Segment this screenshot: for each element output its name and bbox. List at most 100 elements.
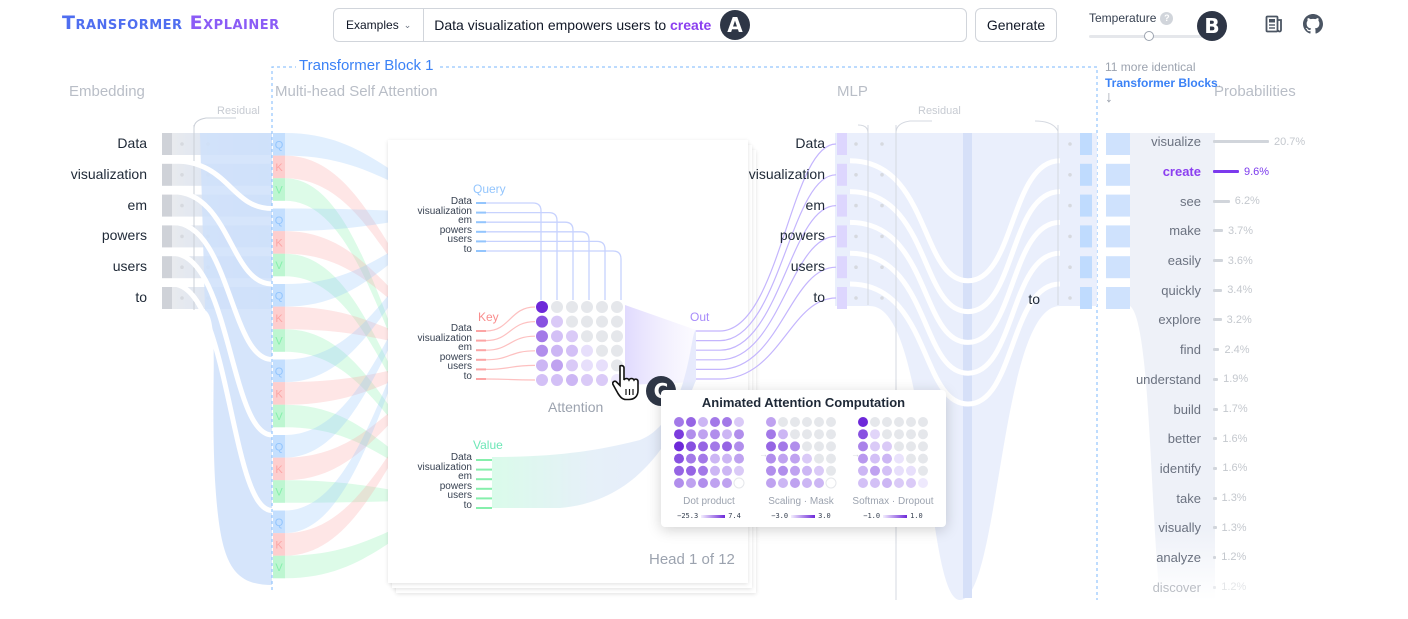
popup-matrix-cell — [894, 417, 904, 427]
range-max: 1.0 — [910, 512, 923, 520]
popup-matrix-cell — [722, 453, 732, 464]
probability-row[interactable]: build 1.7% — [1113, 394, 1305, 424]
attention-cell[interactable] — [581, 344, 593, 357]
popup-matrix-cell — [858, 417, 868, 427]
attention-cell[interactable] — [551, 344, 563, 357]
probability-row[interactable]: find 2.4% — [1113, 335, 1305, 365]
attention-cell[interactable] — [536, 374, 548, 386]
popup-matrix-cell — [870, 465, 880, 476]
attention-cell[interactable] — [596, 359, 608, 372]
attention-cell[interactable] — [566, 301, 578, 313]
attention-cell[interactable] — [551, 330, 563, 343]
probability-bar — [1213, 318, 1222, 322]
attention-cell[interactable] — [611, 301, 623, 313]
attention-cell[interactable] — [596, 344, 608, 357]
attention-cell[interactable] — [566, 344, 578, 357]
attention-cell[interactable] — [566, 374, 578, 386]
popup-matrix-cell — [698, 429, 708, 440]
attention-cell[interactable] — [596, 330, 608, 343]
attention-cell[interactable] — [581, 359, 593, 372]
popup-matrix-cell — [734, 417, 744, 427]
attention-cell[interactable] — [551, 315, 563, 328]
popup-matrix-cell — [778, 429, 788, 440]
probability-row[interactable]: visually 1.3% — [1113, 513, 1305, 543]
probability-value: 1.6% — [1222, 432, 1248, 445]
probability-row[interactable]: discover 1.2% — [1113, 572, 1305, 602]
attention-cell[interactable] — [566, 330, 578, 343]
probability-bar — [1213, 407, 1218, 411]
probability-value: 3.7% — [1228, 224, 1254, 237]
probability-value: 6.2% — [1234, 195, 1260, 208]
probability-value: 1.7% — [1222, 403, 1248, 416]
attention-cell[interactable] — [536, 330, 548, 343]
attention-cell[interactable] — [566, 315, 578, 328]
probability-bar — [1213, 377, 1219, 381]
popup-matrix-cell — [733, 477, 745, 489]
attention-cell[interactable] — [596, 374, 608, 386]
probability-row[interactable]: quickly 3.4% — [1113, 275, 1305, 305]
popup-matrix-cell — [882, 417, 892, 427]
probability-row[interactable]: make 3.7% — [1113, 216, 1305, 246]
attention-cell[interactable] — [536, 344, 548, 357]
stage-range-softmax-dropout: −1.0 1.0 — [848, 512, 938, 520]
probability-row[interactable]: better 1.6% — [1113, 424, 1305, 454]
popup-matrix-cell — [722, 429, 732, 440]
attention-cell[interactable] — [551, 359, 563, 372]
out-label: Out — [690, 310, 710, 324]
attention-cell[interactable] — [611, 344, 623, 357]
value-label: Value — [473, 438, 503, 452]
probability-value: 1.6% — [1222, 462, 1248, 475]
probability-value: 1.3% — [1221, 492, 1247, 505]
popup-matrix-cell — [674, 465, 684, 476]
attention-cell[interactable] — [536, 315, 548, 328]
probability-value: 1.2% — [1221, 581, 1247, 594]
mlp-token[interactable]: visualization — [725, 166, 825, 182]
probability-bar — [1213, 526, 1217, 530]
popup-matrix-cell — [722, 417, 732, 427]
attention-cell[interactable] — [581, 374, 593, 386]
popup-matrix-cell — [790, 453, 800, 464]
popup-matrix-cell — [870, 453, 880, 464]
attention-cell[interactable] — [551, 374, 563, 386]
mlp-token[interactable]: Data — [725, 135, 825, 151]
popup-matrix-cell — [710, 465, 720, 476]
attention-cell[interactable] — [536, 359, 548, 372]
probability-row[interactable]: understand 1.9% — [1113, 365, 1305, 395]
mlp-token[interactable]: em — [725, 197, 825, 213]
attention-cell[interactable] — [611, 330, 623, 343]
popup-matrix-cell — [858, 441, 868, 452]
query-label: Query — [473, 182, 506, 196]
attention-cell[interactable] — [566, 359, 578, 372]
probability-word: discover — [1152, 579, 1201, 595]
probability-bar — [1213, 437, 1218, 441]
popup-matrix-cell — [790, 465, 800, 476]
query-line — [486, 221, 574, 300]
range-gradient — [701, 514, 726, 518]
probability-bar — [1213, 259, 1223, 263]
attention-cell[interactable] — [581, 315, 593, 328]
probability-bar — [1213, 496, 1217, 500]
attention-cell[interactable] — [611, 315, 623, 328]
probability-row[interactable]: create 9.6% — [1113, 157, 1305, 187]
mlp-token[interactable]: powers — [725, 227, 825, 243]
probability-row[interactable]: identify 1.6% — [1113, 454, 1305, 484]
head-indicator[interactable]: Head 1 of 12 — [649, 551, 735, 568]
probability-row[interactable]: analyze 1.2% — [1113, 543, 1305, 573]
attention-cell[interactable] — [596, 315, 608, 328]
probability-row[interactable]: visualize 20.7% — [1113, 127, 1305, 157]
probability-row[interactable]: easily 3.6% — [1113, 246, 1305, 276]
stage-caption-dot-product: Dot product — [683, 496, 735, 507]
probability-word: better — [1167, 431, 1201, 447]
mlp-token[interactable]: users — [725, 258, 825, 274]
attention-cell[interactable] — [536, 301, 548, 313]
attention-cell[interactable] — [596, 301, 608, 313]
mlp-token[interactable]: to — [725, 289, 825, 305]
probability-row[interactable]: explore 3.2% — [1113, 305, 1305, 335]
popup-matrix-cell — [906, 465, 916, 476]
attention-cell[interactable] — [551, 301, 563, 313]
attention-cell[interactable] — [581, 330, 593, 343]
attention-cell[interactable] — [581, 301, 593, 313]
popup-matrix-cell — [870, 478, 880, 488]
probability-row[interactable]: take 1.3% — [1113, 483, 1305, 513]
probability-row[interactable]: see 6.2% — [1113, 186, 1305, 216]
